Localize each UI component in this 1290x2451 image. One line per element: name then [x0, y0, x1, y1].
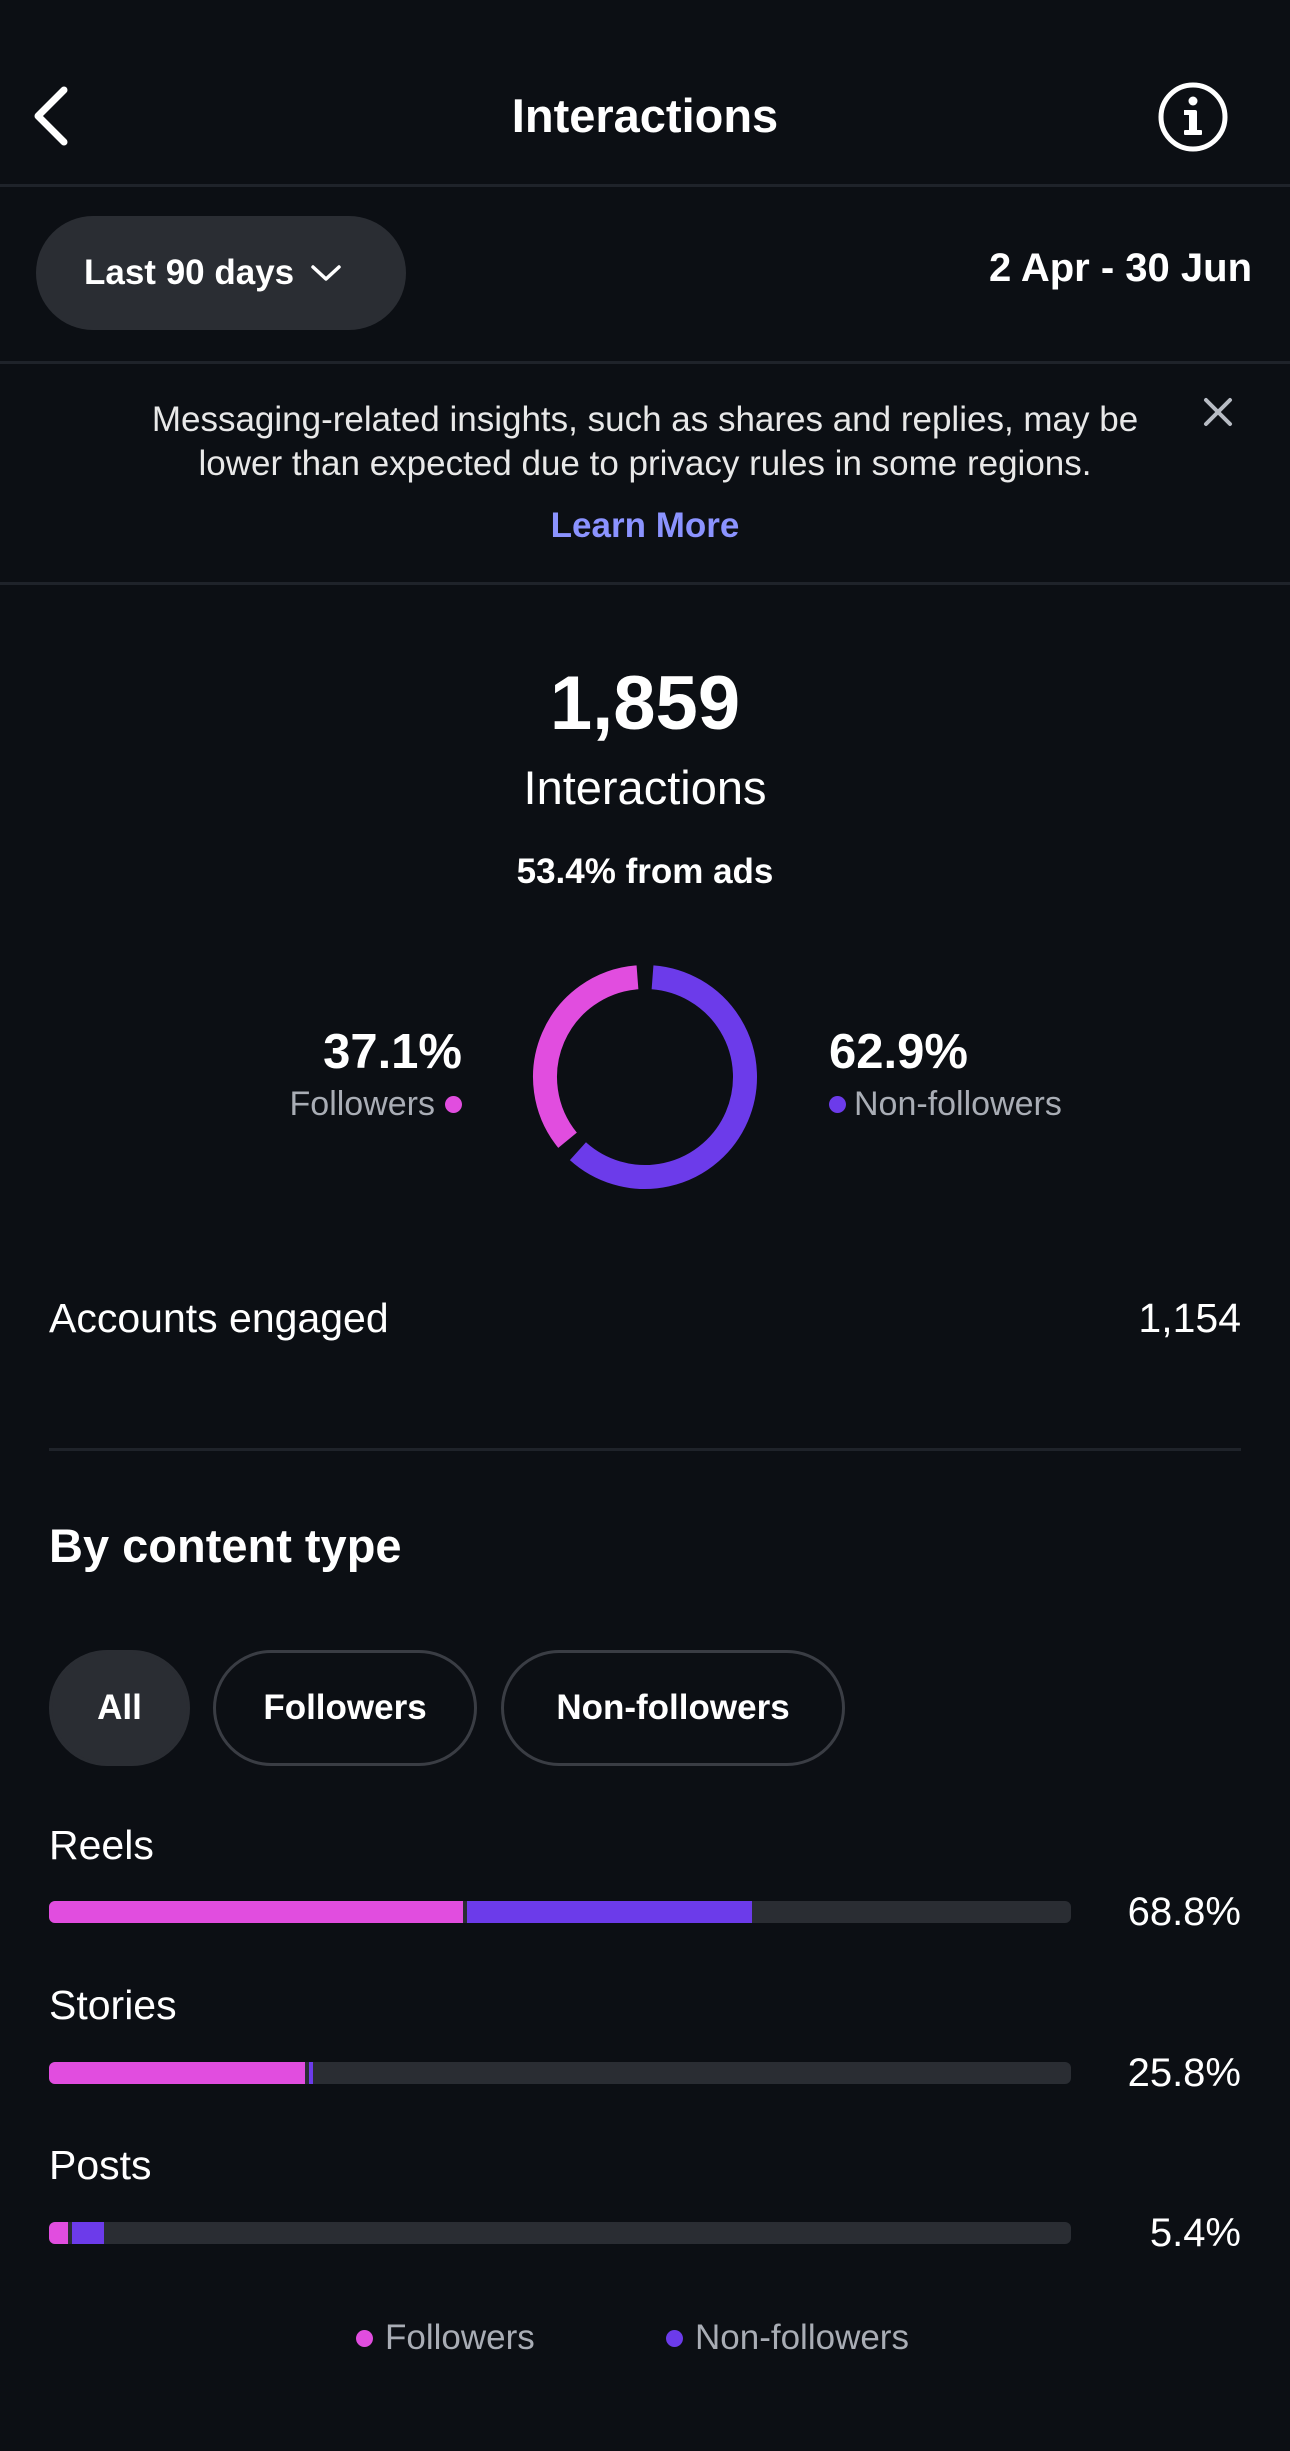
posts-nonfollowers-segment [72, 2222, 105, 2244]
interactions-total: 1,859 [549, 661, 741, 746]
header: Interactions [0, 0, 1290, 186]
nonfollowers-dot-icon [829, 1096, 846, 1113]
learn-more-link[interactable]: Learn More [0, 506, 1290, 546]
accounts-engaged-label: Accounts engaged [49, 1295, 389, 1341]
followers-legend: Followers [290, 1085, 462, 1124]
close-notice-button[interactable] [1198, 392, 1238, 432]
page-title: Interactions [511, 89, 779, 142]
followers-label: Followers [289, 1085, 435, 1123]
accounts-engaged-value: 1,154 [1138, 1295, 1241, 1341]
privacy-notice-text: Messaging-related insights, such as shar… [151, 400, 1139, 483]
section-title: By content type [49, 1519, 402, 1572]
followers-dot-icon [445, 1096, 462, 1113]
posts-label: Posts [49, 2142, 152, 2188]
nonfollowers-dot-icon [666, 2329, 683, 2347]
reels-nonfollowers-segment [466, 1901, 753, 1923]
stories-bar [49, 2062, 1071, 2084]
legend-nonfollowers: Non-followers [666, 2318, 909, 2358]
chip-all[interactable]: All [49, 1650, 190, 1766]
reels-bar [49, 1901, 1071, 1923]
nonfollowers-legend: Non-followers [829, 1085, 1062, 1124]
nonfollowers-label: Non-followers [854, 1085, 1062, 1123]
reels-followers-segment [49, 1901, 463, 1923]
nonfollowers-percent: 62.9% [829, 1025, 968, 1079]
date-range-text: 2 Apr - 30 Jun [988, 246, 1252, 290]
notice-divider [0, 582, 1290, 585]
header-divider [0, 184, 1290, 187]
reels-label: Reels [49, 1822, 154, 1868]
followers-percent: 37.1% [323, 1025, 462, 1079]
section-divider [49, 1448, 1241, 1451]
date-range-dropdown-label: Last 90 days [84, 253, 295, 292]
posts-value: 5.4% [1149, 2211, 1241, 2255]
info-icon [1158, 82, 1228, 152]
donut-followers-slice [533, 965, 639, 1148]
followers-dot-icon [356, 2329, 373, 2347]
stories-value: 25.8% [1127, 2051, 1241, 2095]
reels-value: 68.8% [1127, 1890, 1241, 1934]
posts-followers-segment [49, 2222, 69, 2244]
date-range-dropdown[interactable]: Last 90 days [36, 216, 406, 330]
info-button[interactable] [1156, 80, 1230, 154]
donut-nonfollowers-slice [569, 965, 757, 1189]
chip-followers[interactable]: Followers [213, 1650, 477, 1766]
interactions-label: Interactions [523, 761, 767, 814]
chevron-down-icon [311, 265, 341, 281]
close-icon [1204, 398, 1232, 426]
stories-followers-segment [49, 2062, 305, 2084]
filter-divider [0, 361, 1290, 364]
legend-followers-label: Followers [385, 2318, 535, 2357]
legend-nonfollowers-label: Non-followers [695, 2318, 909, 2357]
chip-nonfollowers[interactable]: Non-followers [501, 1650, 845, 1766]
from-ads-text: 53.4% from ads [516, 852, 774, 891]
followers-donut-chart [533, 965, 757, 1189]
legend-followers: Followers [356, 2318, 535, 2358]
stories-nonfollowers-segment [308, 2062, 313, 2084]
posts-bar [49, 2222, 1071, 2244]
stories-label: Stories [49, 1982, 177, 2028]
